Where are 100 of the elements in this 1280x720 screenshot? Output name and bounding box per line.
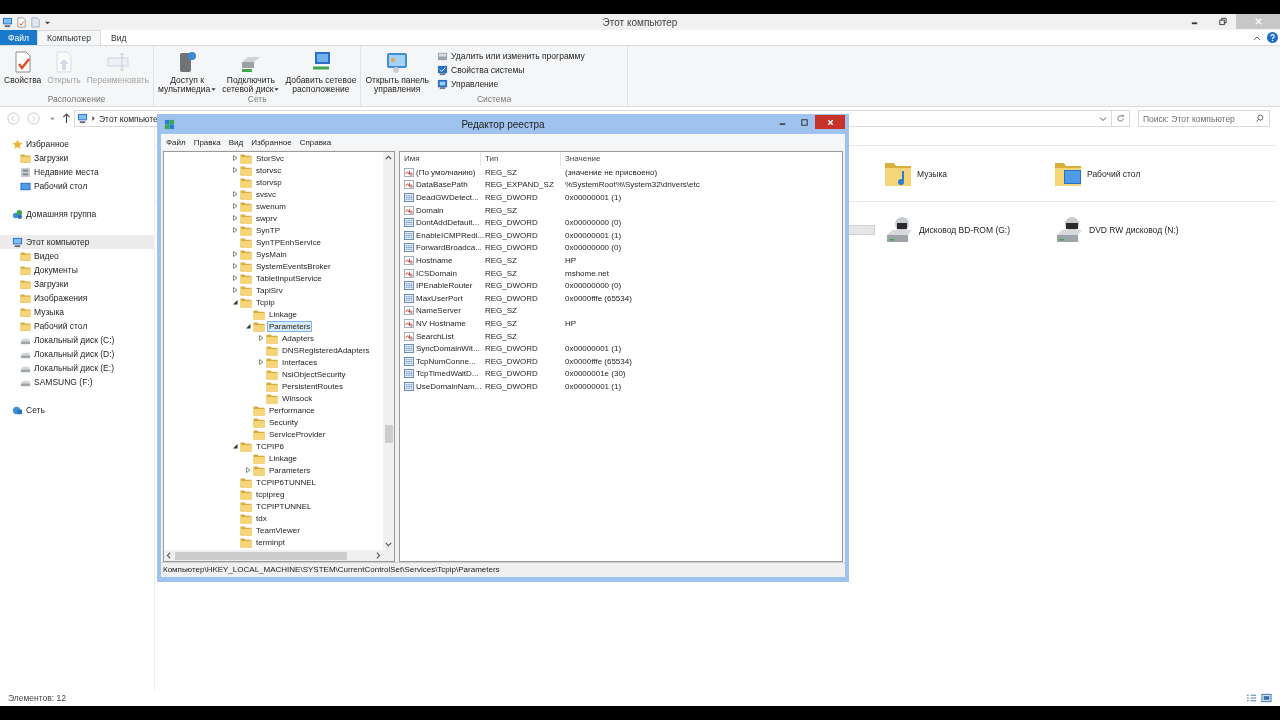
expand-arrow-icon[interactable] bbox=[257, 358, 265, 366]
nav-item[interactable]: Документы bbox=[0, 263, 154, 277]
tree-item[interactable]: swenum bbox=[254, 200, 288, 212]
value-name[interactable]: NV Hostname bbox=[416, 318, 466, 328]
tree-item[interactable]: Security bbox=[267, 416, 300, 428]
expand-arrow-icon[interactable] bbox=[231, 286, 239, 294]
computer-icon[interactable] bbox=[2, 16, 13, 28]
vertical-scrollbar[interactable] bbox=[383, 152, 394, 550]
column-header[interactable]: Имя bbox=[400, 152, 481, 166]
scrollbar-thumb[interactable] bbox=[384, 425, 393, 443]
nav-item[interactable]: Локальный диск (E:) bbox=[0, 361, 154, 375]
scrollbar-thumb[interactable] bbox=[175, 551, 347, 560]
menu-item[interactable]: Вид bbox=[228, 137, 244, 147]
large-icons-view-icon[interactable] bbox=[1261, 693, 1272, 703]
column-header[interactable]: Тип bbox=[481, 152, 561, 166]
value-name[interactable]: SyncDomainWit... bbox=[416, 344, 480, 354]
drive-item[interactable]: Дисковод BD-ROM (G:) bbox=[885, 214, 1055, 245]
ribbon-button[interactable]: Управление bbox=[437, 78, 585, 90]
ribbon-tab[interactable]: Компьютер bbox=[37, 30, 101, 45]
drive-item[interactable]: DVD RW дисковод (N:) bbox=[1055, 214, 1225, 245]
tree-item[interactable]: Winsock bbox=[280, 392, 315, 404]
nav-item[interactable]: Домашняя группа bbox=[0, 207, 154, 221]
help-icon[interactable] bbox=[1267, 32, 1278, 43]
value-name[interactable]: Domain bbox=[416, 205, 444, 215]
tree-item[interactable]: SynTP bbox=[254, 224, 282, 236]
chevron-icon[interactable] bbox=[91, 115, 96, 122]
value-name[interactable]: IPEnableRouter bbox=[416, 281, 473, 291]
tree-item[interactable]: TCPIP6TUNNEL bbox=[254, 476, 318, 488]
tree-item[interactable]: TeamViewer bbox=[254, 524, 302, 536]
value-name[interactable]: (По умолчанию) bbox=[416, 167, 476, 177]
nav-item[interactable]: Изображения bbox=[0, 291, 154, 305]
up-button[interactable] bbox=[60, 111, 72, 126]
value-name[interactable]: ICSDomain bbox=[416, 268, 457, 278]
close-button[interactable] bbox=[815, 115, 845, 129]
tree-item[interactable]: Linkage bbox=[267, 452, 300, 464]
tree-item[interactable]: svsvc bbox=[254, 188, 278, 200]
search-icon[interactable] bbox=[1255, 114, 1264, 123]
tree-item[interactable]: storvsp bbox=[254, 176, 284, 188]
tree-item[interactable]: SystemEventsBroker bbox=[254, 260, 333, 272]
nav-item[interactable]: Этот компьютер bbox=[0, 235, 154, 249]
tree-item[interactable]: storvsc bbox=[254, 164, 284, 176]
refresh-button[interactable] bbox=[1112, 110, 1130, 127]
properties-icon[interactable] bbox=[16, 16, 27, 28]
expand-arrow-icon[interactable] bbox=[244, 466, 252, 474]
tree-item[interactable]: TabletInputService bbox=[254, 272, 324, 284]
tree-item[interactable]: swprv bbox=[254, 212, 279, 224]
ribbon-button[interactable]: Доступ к мультимедиа bbox=[156, 50, 219, 94]
nav-item[interactable]: Недавние места bbox=[0, 165, 154, 179]
tree-item[interactable]: tcpipreg bbox=[254, 488, 287, 500]
expand-arrow-icon[interactable] bbox=[231, 274, 239, 282]
tree-item[interactable]: Parameters bbox=[267, 320, 313, 332]
tree-item[interactable]: SynTPEnhService bbox=[254, 236, 323, 248]
tree-item[interactable]: TapiSrv bbox=[254, 284, 285, 296]
dropdown-icon[interactable] bbox=[1099, 114, 1107, 123]
nav-item[interactable]: Сеть bbox=[0, 403, 154, 417]
tree-item[interactable]: Parameters bbox=[267, 464, 313, 476]
nav-item[interactable]: Рабочий стол bbox=[0, 179, 154, 193]
nav-item[interactable]: Избранное bbox=[0, 137, 154, 151]
value-name[interactable]: Hostname bbox=[416, 255, 453, 265]
expand-arrow-icon[interactable] bbox=[231, 166, 239, 174]
tree-item[interactable]: TCPIPTUNNEL bbox=[254, 500, 314, 512]
expand-arrow-icon[interactable] bbox=[231, 262, 239, 270]
nav-item[interactable]: Рабочий стол bbox=[0, 319, 154, 333]
tree-item[interactable]: StorSvc bbox=[254, 152, 286, 164]
tree-item[interactable]: Linkage bbox=[267, 308, 300, 320]
menu-item[interactable]: Избранное bbox=[251, 137, 292, 147]
expand-arrow-icon[interactable] bbox=[257, 334, 265, 342]
details-view-icon[interactable] bbox=[1246, 693, 1257, 703]
tree-item[interactable]: Performance bbox=[267, 404, 317, 416]
value-name[interactable]: TcpTimedWaitD... bbox=[416, 369, 479, 379]
tree-item[interactable]: SysMain bbox=[254, 248, 289, 260]
folder-item[interactable]: Музыка bbox=[883, 158, 1053, 189]
value-name[interactable]: UseDomainNam... bbox=[416, 381, 482, 391]
nav-item[interactable]: SAMSUNG (F:) bbox=[0, 375, 154, 389]
folder-item[interactable]: Рабочий стол bbox=[1053, 158, 1223, 189]
tree-item[interactable]: ServiceProvider bbox=[267, 428, 328, 440]
ribbon-button[interactable]: Свойства bbox=[2, 50, 44, 85]
menu-item[interactable]: Справка bbox=[299, 137, 332, 147]
value-name[interactable]: DontAddDefault... bbox=[416, 218, 480, 228]
value-name[interactable]: ForwardBroadca... bbox=[416, 243, 482, 253]
tree-item[interactable]: Interfaces bbox=[280, 356, 320, 368]
ribbon-button[interactable]: Удалить или изменить программу bbox=[437, 50, 585, 62]
value-name[interactable]: EnableICMPRedi... bbox=[416, 230, 485, 240]
nav-item[interactable]: Загрузки bbox=[0, 277, 154, 291]
value-name[interactable]: DeadGWDetect... bbox=[416, 193, 479, 202]
value-name[interactable]: DataBasePath bbox=[416, 180, 468, 190]
tree-item[interactable]: Adapters bbox=[280, 332, 317, 344]
value-name[interactable]: NameServer bbox=[416, 306, 461, 316]
menu-item[interactable]: Правка bbox=[193, 137, 221, 147]
ribbon-button[interactable]: Подключить сетевой диск bbox=[220, 50, 282, 94]
expand-arrow-icon[interactable] bbox=[231, 226, 239, 234]
collapse-arrow-icon[interactable] bbox=[244, 322, 252, 330]
value-name[interactable]: SearchList bbox=[416, 331, 454, 341]
tree-item[interactable]: tdx bbox=[254, 512, 269, 524]
nav-item[interactable]: Музыка bbox=[0, 305, 154, 319]
menu-item[interactable]: Файл bbox=[166, 137, 186, 147]
collapse-arrow-icon[interactable] bbox=[231, 442, 239, 450]
expand-arrow-icon[interactable] bbox=[231, 214, 239, 222]
value-name[interactable]: MaxUserPort bbox=[416, 293, 463, 303]
nav-item[interactable]: Локальный диск (D:) bbox=[0, 347, 154, 361]
